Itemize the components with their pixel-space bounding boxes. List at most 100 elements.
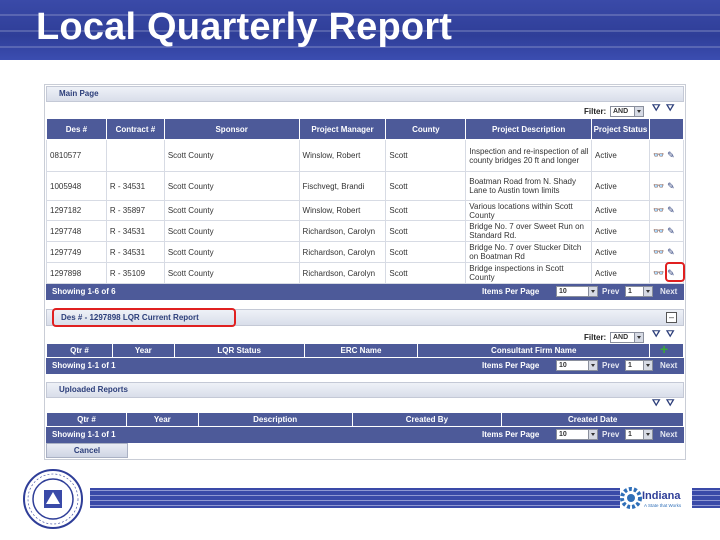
cell-status: Active <box>591 171 650 201</box>
filter-apply-icon[interactable]: ⛛ <box>652 103 660 114</box>
cell-status: Active <box>591 139 650 172</box>
table-row[interactable]: 1297898 R - 35109 Scott County Richardso… <box>46 262 685 284</box>
cell-des: 1297749 <box>46 241 107 263</box>
main-pager: Showing 1-6 of 6 Items Per Page 10 Prev … <box>46 284 684 300</box>
collapse-icon[interactable]: – <box>666 312 677 323</box>
edit-pencil-icon[interactable]: ✎ <box>667 181 675 191</box>
cell-manager: Winslow, Robert <box>298 200 387 221</box>
view-icon[interactable]: 👓 <box>653 247 664 257</box>
col-project-description[interactable]: Project Description <box>465 118 593 140</box>
add-icon[interactable]: + <box>660 342 668 356</box>
edit-pencil-icon[interactable]: ✎ <box>667 206 675 215</box>
view-icon[interactable]: 👓 <box>653 226 664 236</box>
col-county[interactable]: County <box>385 118 467 140</box>
page-select[interactable]: 1 <box>625 286 653 297</box>
cell-description: Bridge inspections in Scott County <box>465 262 593 284</box>
row-actions: 👓 ✎ <box>648 200 685 221</box>
view-icon[interactable]: 👓 <box>653 181 664 191</box>
col-qtr[interactable]: Qtr # <box>46 343 113 358</box>
table-row[interactable]: 1005948 R - 34531 Scott County Fischvegt… <box>46 171 685 201</box>
cell-manager: Richardson, Carolyn <box>298 262 387 284</box>
cell-manager: Richardson, Carolyn <box>298 220 387 242</box>
col-year[interactable]: Year <box>111 343 175 358</box>
cell-des: 1297898 <box>46 262 107 284</box>
cell-county: Scott <box>385 262 467 284</box>
filter-clear-icon[interactable]: ⛛ <box>666 103 674 114</box>
filter-apply-icon[interactable]: ⛛ <box>652 398 660 409</box>
view-icon[interactable]: 👓 <box>653 268 664 278</box>
page-select[interactable]: 1 <box>625 360 653 371</box>
col-consultant-firm[interactable]: Consultant Firm Name <box>417 343 651 358</box>
col-erc-name[interactable]: ERC Name <box>303 343 419 358</box>
cell-manager: Fischvegt, Brandi <box>298 171 387 201</box>
cell-des: 1005948 <box>46 171 107 201</box>
table-row[interactable]: 1297748 R - 34531 Scott County Richardso… <box>46 220 685 242</box>
col-project-manager[interactable]: Project Manager <box>298 118 387 140</box>
items-per-page-select[interactable]: 10 <box>556 429 598 440</box>
indiana-state-logo: Indiana A State that Works <box>620 484 692 512</box>
cell-contract: R - 34531 <box>105 171 165 201</box>
prev-link[interactable]: Prev <box>602 284 619 300</box>
items-per-page-label: Items Per Page <box>482 361 540 370</box>
next-link[interactable]: Next <box>660 358 677 374</box>
table-row[interactable]: 1297182 R - 35897 Scott County Winslow, … <box>46 200 685 221</box>
edit-pencil-icon[interactable]: ✎ <box>667 226 675 236</box>
filter-label: Filter: <box>584 333 607 342</box>
col-lqr-status[interactable]: LQR Status <box>173 343 305 358</box>
edit-pencil-icon[interactable]: ✎ <box>667 151 675 160</box>
filter-clear-icon[interactable]: ⛛ <box>666 398 674 409</box>
cell-contract <box>105 139 165 172</box>
col-created-by[interactable]: Created By <box>351 412 503 427</box>
cell-des: 0810577 <box>46 139 107 172</box>
filter-label: Filter: <box>584 107 607 116</box>
items-per-page-select[interactable]: 10 <box>556 360 598 371</box>
cell-description: Bridge No. 7 over Stucker Ditch on Boatm… <box>465 241 593 263</box>
view-icon[interactable]: 👓 <box>653 151 664 160</box>
filter-select[interactable]: AND <box>610 332 644 343</box>
cell-county: Scott <box>385 241 467 263</box>
filter-select[interactable]: AND <box>610 106 644 117</box>
cell-sponsor: Scott County <box>163 200 300 221</box>
col-qtr[interactable]: Qtr # <box>46 412 127 427</box>
prev-link[interactable]: Prev <box>602 358 619 374</box>
lqr-title-highlight-annotation <box>52 308 236 327</box>
projects-table: Des # Contract # Sponsor Project Manager… <box>46 118 685 284</box>
cell-description: Various locations within Scott County <box>465 200 593 221</box>
col-created-date[interactable]: Created Date <box>501 412 684 427</box>
prev-link[interactable]: Prev <box>602 427 619 443</box>
col-description[interactable]: Description <box>197 412 353 427</box>
page-select[interactable]: 1 <box>625 429 653 440</box>
cancel-button[interactable]: Cancel <box>46 443 128 458</box>
table-row[interactable]: 1297749 R - 34531 Scott County Richardso… <box>46 241 685 263</box>
col-contract[interactable]: Contract # <box>105 118 165 140</box>
items-per-page-select[interactable]: 10 <box>556 286 598 297</box>
cell-status: Active <box>591 200 650 221</box>
cell-des: 1297748 <box>46 220 107 242</box>
showing-count: Showing 1-1 of 1 <box>52 361 116 370</box>
col-year[interactable]: Year <box>125 412 199 427</box>
cell-status: Active <box>591 241 650 263</box>
edit-pencil-icon[interactable]: ✎ <box>667 247 675 257</box>
col-des[interactable]: Des # <box>46 118 107 140</box>
filter-apply-icon[interactable]: ⛛ <box>652 329 660 340</box>
cell-sponsor: Scott County <box>163 241 300 263</box>
next-link[interactable]: Next <box>660 427 677 443</box>
table-row[interactable]: 0810577 Scott County Winslow, Robert Sco… <box>46 139 685 172</box>
main-page-section-header: Main Page <box>46 86 684 102</box>
cell-description: Bridge No. 7 over Sweet Run on Standard … <box>465 220 593 242</box>
showing-count: Showing 1-6 of 6 <box>52 287 116 296</box>
col-project-status[interactable]: Project Status <box>591 118 650 140</box>
indiana-logo-tagline: A State that Works <box>644 503 682 508</box>
view-icon[interactable]: 👓 <box>653 206 664 215</box>
col-sponsor[interactable]: Sponsor <box>163 118 300 140</box>
cell-status: Active <box>591 262 650 284</box>
lqr-table: Qtr # Year LQR Status ERC Name Consultan… <box>46 343 684 358</box>
row-actions: 👓 ✎ <box>648 241 685 263</box>
col-actions <box>648 118 685 140</box>
cell-description: Inspection and re-inspection of all coun… <box>465 139 593 172</box>
row-actions: 👓 ✎ <box>648 139 685 172</box>
indot-seal-logo <box>22 468 84 530</box>
filter-clear-icon[interactable]: ⛛ <box>666 329 674 340</box>
next-link[interactable]: Next <box>660 284 677 300</box>
cell-sponsor: Scott County <box>163 171 300 201</box>
